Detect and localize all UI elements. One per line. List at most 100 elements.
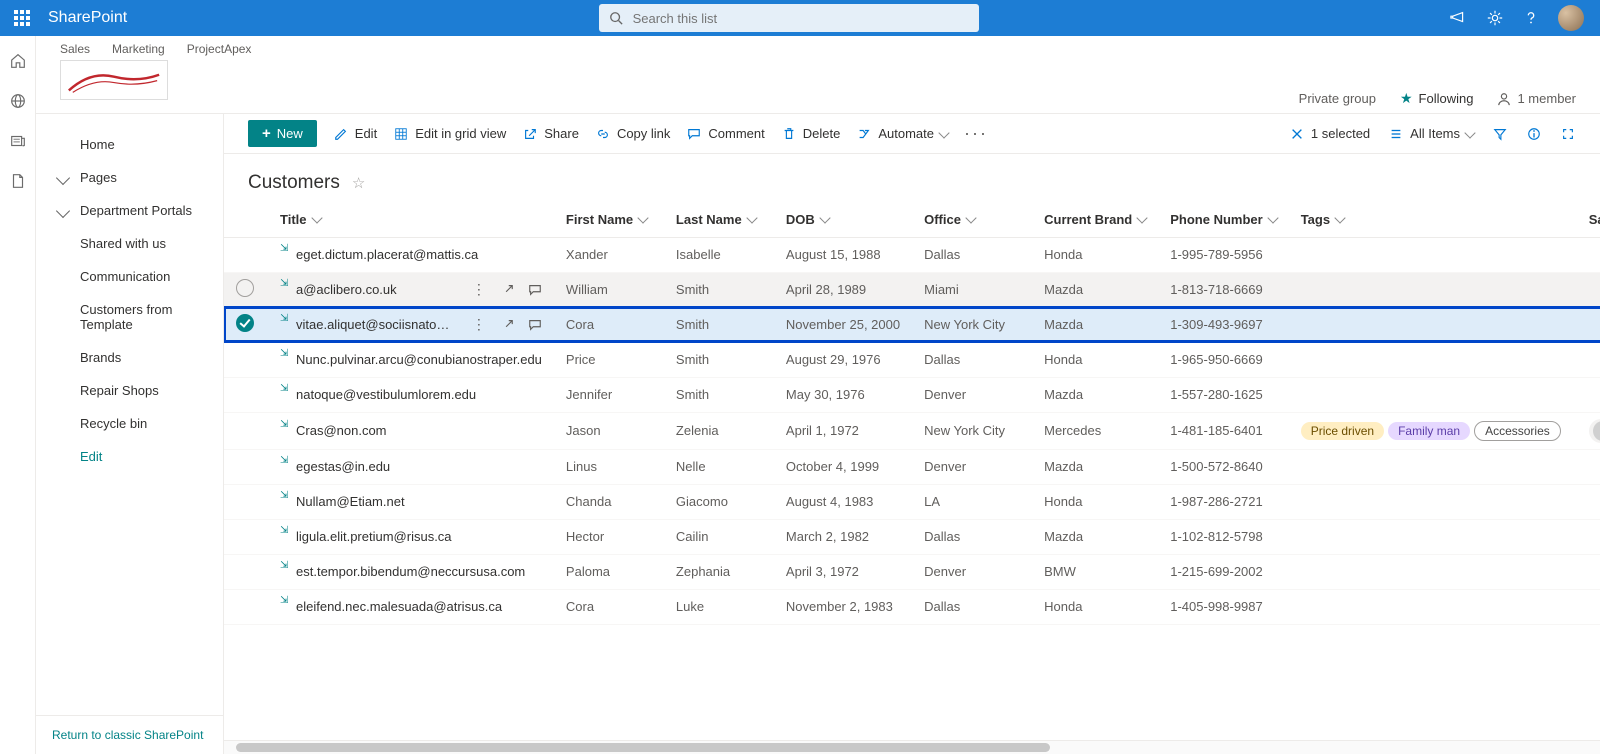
suite-title[interactable]: SharePoint — [48, 9, 127, 27]
user-avatar[interactable] — [1558, 5, 1584, 31]
item-title-link[interactable]: Nunc.pulvinar.arcu@conubianostraper.edu — [296, 352, 542, 367]
col-assoc[interactable]: Sales Associate — [1577, 202, 1600, 237]
table-row[interactable]: ⇲vitae.aliquet@sociisnato…⋮CoraSmithNove… — [224, 307, 1600, 342]
table-row[interactable]: ⇲Nullam@Etiam.netChandaGiacomoAugust 4, … — [224, 484, 1600, 519]
row-comment-button[interactable] — [528, 283, 542, 297]
view-switcher[interactable]: All Items — [1388, 126, 1474, 142]
row-more-button[interactable]: ⋮ — [472, 281, 486, 298]
globe-icon[interactable] — [9, 92, 27, 110]
col-office[interactable]: Office — [912, 202, 1032, 237]
cell: Nelle — [664, 449, 774, 484]
nav-item[interactable]: Shared with us — [36, 227, 223, 260]
col-last[interactable]: Last Name — [664, 202, 774, 237]
item-title-link[interactable]: ligula.elit.pretium@risus.ca — [296, 529, 452, 544]
table-row[interactable]: ⇲eleifend.nec.malesuada@atrisus.caCoraLu… — [224, 589, 1600, 624]
col-brand[interactable]: Current Brand — [1032, 202, 1158, 237]
search-box[interactable] — [599, 4, 979, 32]
table-row[interactable]: ⇲a@aclibero.co.uk⋮WilliamSmithApril 28, … — [224, 272, 1600, 307]
members-link[interactable]: 1 member — [1497, 91, 1576, 106]
files-icon[interactable] — [9, 172, 27, 190]
item-title-link[interactable]: vitae.aliquet@sociisnato… — [296, 317, 449, 332]
table-row[interactable]: ⇲Nunc.pulvinar.arcu@conubianostraper.edu… — [224, 342, 1600, 377]
site-logo[interactable] — [60, 60, 168, 100]
nav-item[interactable]: Repair Shops — [36, 374, 223, 407]
share-button[interactable]: Share — [522, 126, 579, 142]
following-toggle[interactable]: ★ Following — [1400, 90, 1473, 107]
table-row[interactable]: ⇲ligula.elit.pretium@risus.caHectorCaili… — [224, 519, 1600, 554]
row-select-checkbox[interactable] — [236, 314, 254, 332]
item-title-link[interactable]: eleifend.nec.malesuada@atrisus.ca — [296, 599, 502, 614]
scroll-thumb[interactable] — [236, 743, 1050, 752]
copy-link-button[interactable]: Copy link — [595, 126, 670, 142]
nav-edit-link[interactable]: Edit — [36, 440, 223, 473]
row-share-button[interactable] — [500, 283, 514, 297]
col-phone[interactable]: Phone Number — [1158, 202, 1288, 237]
nav-item[interactable]: Department Portals — [36, 194, 223, 227]
item-title-link[interactable]: egestas@in.edu — [296, 459, 390, 474]
expand-icon[interactable] — [1560, 126, 1576, 142]
return-classic-link[interactable]: Return to classic SharePoint — [36, 715, 223, 754]
nav-item[interactable]: Brands — [36, 341, 223, 374]
hub-link-marketing[interactable]: Marketing — [112, 42, 165, 56]
chevron-down-icon — [1267, 213, 1278, 224]
nav-item[interactable]: Recycle bin — [36, 407, 223, 440]
item-title-link[interactable]: est.tempor.bibendum@neccursusa.com — [296, 564, 525, 579]
help-icon[interactable] — [1522, 9, 1540, 27]
table-row[interactable]: ⇲egestas@in.eduLinusNelleOctober 4, 1999… — [224, 449, 1600, 484]
clear-selection-button[interactable]: 1 selected — [1289, 126, 1370, 142]
table-row[interactable]: ⇲eget.dictum.placerat@mattis.caXanderIsa… — [224, 237, 1600, 272]
horizontal-scrollbar[interactable] — [224, 740, 1600, 754]
person-chip[interactable]: Jamie Crust — [1589, 419, 1600, 443]
nav-item-label: Department Portals — [80, 203, 192, 218]
select-all-header[interactable] — [224, 202, 268, 237]
hub-link-projectapex[interactable]: ProjectApex — [187, 42, 252, 56]
list-scroll[interactable]: Title First Name Last Name DOB Office Cu… — [224, 202, 1600, 740]
item-title-link[interactable]: natoque@vestibulumlorem.edu — [296, 387, 476, 402]
cell: 1-995-789-5956 — [1158, 237, 1288, 272]
overflow-button[interactable]: ··· — [964, 123, 988, 144]
col-tags[interactable]: Tags — [1289, 202, 1577, 237]
cell: Mazda — [1032, 272, 1158, 307]
home-icon[interactable] — [9, 52, 27, 70]
nav-item[interactable]: Customers from Template — [36, 293, 223, 341]
filter-icon[interactable] — [1492, 126, 1508, 142]
comment-button[interactable]: Comment — [686, 126, 764, 142]
nav-item[interactable]: Pages — [36, 161, 223, 194]
item-title-link[interactable]: Cras@non.com — [296, 423, 387, 438]
grid-view-button[interactable]: Edit in grid view — [393, 126, 506, 142]
row-more-button[interactable]: ⋮ — [472, 316, 486, 333]
table-row[interactable]: ⇲Cras@non.comJasonZeleniaApril 1, 1972Ne… — [224, 412, 1600, 449]
cell: Paloma — [554, 554, 664, 589]
edit-button[interactable]: Edit — [333, 126, 377, 142]
table-row[interactable]: ⇲est.tempor.bibendum@neccursusa.comPalom… — [224, 554, 1600, 589]
search-input[interactable] — [631, 10, 969, 27]
info-icon[interactable] — [1526, 126, 1542, 142]
item-title-link[interactable]: a@aclibero.co.uk — [296, 282, 397, 297]
col-first[interactable]: First Name — [554, 202, 664, 237]
cell: Mazda — [1032, 519, 1158, 554]
cell-associate — [1577, 377, 1600, 412]
nav-item[interactable]: Communication — [36, 260, 223, 293]
new-button[interactable]: + New — [248, 120, 317, 147]
row-share-button[interactable] — [500, 318, 514, 332]
item-title-link[interactable]: eget.dictum.placerat@mattis.ca — [296, 247, 478, 262]
cell: Honda — [1032, 589, 1158, 624]
item-title-link[interactable]: Nullam@Etiam.net — [296, 494, 405, 509]
favorite-star-icon[interactable]: ☆ — [352, 174, 365, 192]
hub-link-sales[interactable]: Sales — [60, 42, 90, 56]
megaphone-icon[interactable] — [1450, 9, 1468, 27]
nav-item[interactable]: Home — [36, 128, 223, 161]
star-icon: ★ — [1400, 90, 1413, 107]
delete-button[interactable]: Delete — [781, 126, 841, 142]
automate-button[interactable]: Automate — [856, 126, 948, 142]
app-launcher-button[interactable] — [4, 0, 40, 36]
gear-icon[interactable] — [1486, 9, 1504, 27]
row-select-checkbox[interactable] — [236, 279, 254, 297]
table-row[interactable]: ⇲natoque@vestibulumlorem.eduJenniferSmit… — [224, 377, 1600, 412]
col-dob[interactable]: DOB — [774, 202, 912, 237]
news-icon[interactable] — [9, 132, 27, 150]
row-comment-button[interactable] — [528, 318, 542, 332]
view-label: All Items — [1410, 126, 1460, 141]
list-icon — [1388, 126, 1404, 142]
col-title[interactable]: Title — [268, 202, 554, 237]
